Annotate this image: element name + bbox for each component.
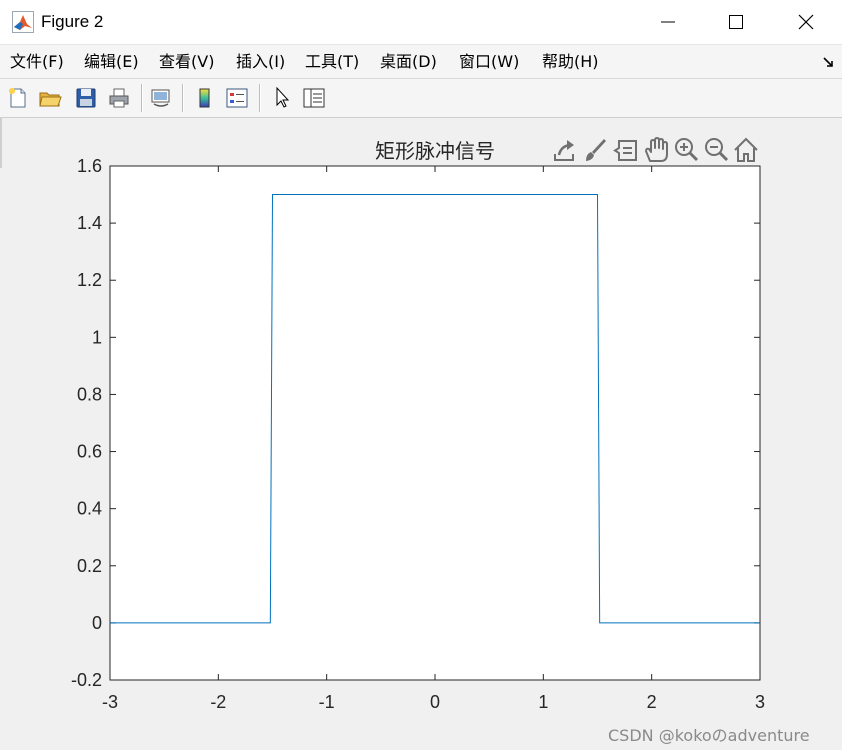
y-tick-label: 1.4 <box>77 213 102 233</box>
y-tick-label: 0.4 <box>77 499 102 519</box>
y-tick-label: -0.2 <box>71 670 102 690</box>
pan-button[interactable] <box>645 137 668 162</box>
plot-svg[interactable]: -3 -2 -1 0 1 2 3 -0.2 0 0.2 0.4 0.6 0.8 1 1.2 1.4 1.6 矩… <box>0 0 842 750</box>
x-tick-label: 1 <box>538 692 548 712</box>
y-tick-labels: -0.2 0 0.2 0.4 0.6 0.8 1 1.2 1.4 1.6 <box>71 156 102 690</box>
chart-title: 矩形脉冲信号 <box>375 139 495 163</box>
pan-hand-icon <box>645 137 668 162</box>
x-tick-label: 2 <box>647 692 657 712</box>
x-tick-label: -3 <box>102 692 118 712</box>
brush-button[interactable] <box>586 139 606 161</box>
x-tick-label: 0 <box>430 692 440 712</box>
y-tick-label: 1 <box>92 327 102 347</box>
zoom-out-icon <box>705 138 729 162</box>
x-tick-labels: -3 -2 -1 0 1 2 3 <box>102 692 765 712</box>
y-tick-label: 0.2 <box>77 556 102 576</box>
axes-background[interactable] <box>109 165 761 681</box>
axes-toolbar <box>554 137 758 162</box>
y-tick-label: 1.6 <box>77 156 102 176</box>
home-button[interactable] <box>734 137 758 162</box>
zoom-out-button[interactable] <box>705 138 729 162</box>
brush-icon <box>586 139 606 161</box>
y-tick-label: 1.2 <box>77 270 102 290</box>
zoom-in-icon <box>675 138 699 162</box>
x-tick-label: 3 <box>755 692 765 712</box>
y-tick-label: 0.6 <box>77 442 102 462</box>
zoom-in-button[interactable] <box>675 138 699 162</box>
y-tick-label: 0 <box>92 613 102 633</box>
y-tick-label: 0.8 <box>77 384 102 404</box>
export-button[interactable] <box>554 140 574 161</box>
x-tick-label: -2 <box>210 692 226 712</box>
data-tips-icon <box>613 140 637 161</box>
home-icon <box>734 137 758 162</box>
x-tick-label: -1 <box>319 692 335 712</box>
watermark-text: CSDN @kokoのadventure <box>608 726 810 745</box>
data-tips-button[interactable] <box>613 140 637 161</box>
export-icon <box>554 140 574 161</box>
